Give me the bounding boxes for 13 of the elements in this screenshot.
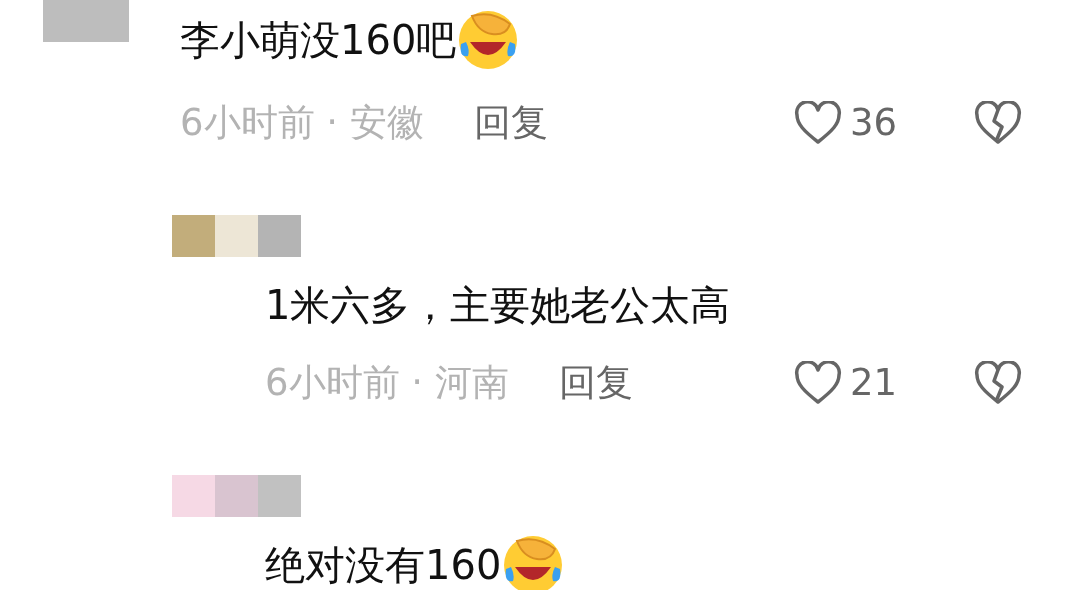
like-count: 36 [850, 101, 898, 144]
comment-text: 1米六多，主要她老公太高 [265, 281, 731, 330]
heart-icon[interactable] [794, 100, 842, 145]
like-count: 21 [850, 361, 898, 404]
reply-link[interactable]: 回复 [473, 97, 548, 148]
comment-time-location: 6小时前 · 河南 [265, 359, 509, 406]
broken-heart-icon[interactable] [974, 100, 1022, 145]
comment-time-location: 6小时前 · 安徽 [180, 99, 424, 146]
reply-link[interactable]: 回复 [558, 357, 633, 408]
broken-heart-icon[interactable] [974, 360, 1022, 405]
comment-text: 绝对没有160 [265, 541, 502, 590]
heart-icon[interactable] [794, 360, 842, 405]
comment-text: 李小萌没160吧 [180, 16, 457, 65]
